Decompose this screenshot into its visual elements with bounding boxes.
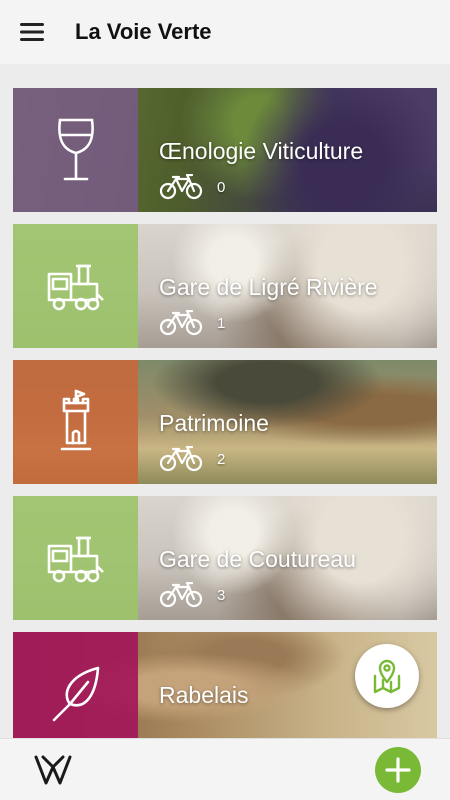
- card-meta: 2: [159, 446, 225, 472]
- app-title: La Voie Verte: [75, 19, 212, 44]
- card-side-panel: [13, 88, 138, 212]
- card-meta: 3: [159, 582, 225, 608]
- card-meta: 1: [159, 310, 225, 336]
- card-side-panel: [13, 224, 138, 348]
- plus-icon: [385, 757, 411, 783]
- bottom-bar: [0, 738, 450, 800]
- route-count: 0: [217, 178, 226, 196]
- add-button[interactable]: [375, 747, 421, 793]
- card-patrimoine[interactable]: Patrimoine 2: [13, 360, 437, 484]
- wine-glass-icon: [57, 118, 94, 181]
- app-bar: La Voie Verte: [0, 0, 450, 64]
- train-icon: [47, 264, 104, 311]
- train-icon: [47, 536, 104, 583]
- itinerary-list[interactable]: Œnologie Viticulture 0 Gare de Ligré Riv…: [0, 64, 450, 738]
- bicycle-icon: [159, 446, 203, 472]
- card-title: Rabelais: [159, 682, 249, 708]
- card-title: Œnologie Viticulture: [159, 138, 364, 164]
- castle-tower-icon: [60, 389, 91, 451]
- feather-quill-icon: [52, 666, 99, 722]
- route-count: 3: [217, 586, 226, 604]
- bicycle-icon: [159, 310, 203, 336]
- card-title: Gare de Ligré Rivière: [159, 274, 378, 300]
- card-side-panel: [13, 632, 138, 738]
- voie-verte-logo: [34, 755, 72, 785]
- card-side-panel: [13, 496, 138, 620]
- menu-button[interactable]: [0, 0, 64, 64]
- hamburger-menu-icon: [20, 23, 44, 41]
- card-oenologie[interactable]: Œnologie Viticulture 0: [13, 88, 437, 212]
- bicycle-icon: [159, 582, 203, 608]
- card-gare-ligre-riviere[interactable]: Gare de Ligré Rivière 1: [13, 224, 437, 348]
- card-meta: 0: [159, 174, 225, 200]
- card-title: Patrimoine: [159, 410, 269, 436]
- logo-button[interactable]: [33, 753, 73, 792]
- bicycle-icon: [159, 174, 203, 200]
- route-count: 1: [217, 314, 226, 332]
- map-button[interactable]: [355, 644, 419, 708]
- route-count: 2: [217, 450, 226, 468]
- card-side-panel: [13, 360, 138, 484]
- card-title: Gare de Coutureau: [159, 546, 356, 572]
- map-pin-icon: [373, 659, 401, 694]
- card-gare-coutureau[interactable]: Gare de Coutureau 3: [13, 496, 437, 620]
